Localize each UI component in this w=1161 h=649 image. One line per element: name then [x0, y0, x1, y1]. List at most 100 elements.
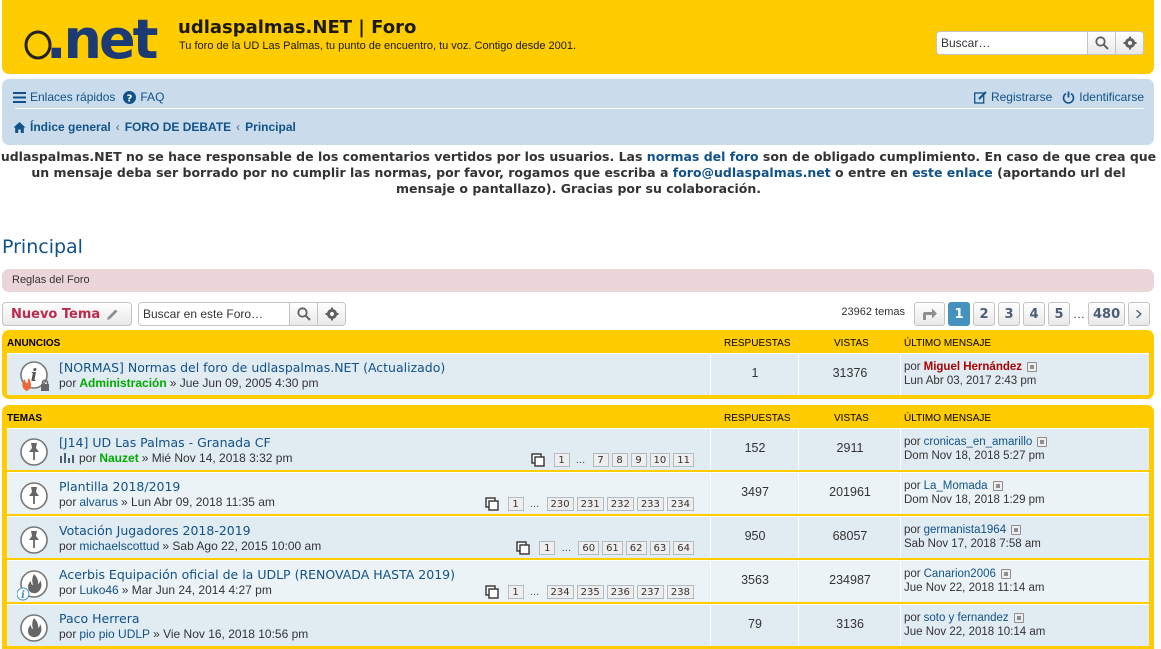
topic-page-link[interactable]: 11 — [673, 453, 694, 467]
forum-search-input[interactable] — [139, 303, 289, 325]
topic-page-link[interactable]: 230 — [546, 497, 574, 511]
email-link[interactable]: foro@udlaspalmas.net — [673, 165, 831, 180]
last-post-author-link[interactable]: soto y fernandez — [924, 612, 1009, 624]
topic-author-link[interactable]: alvarus — [79, 495, 118, 509]
topic-page-link[interactable]: 232 — [606, 497, 634, 511]
forum-advanced-search-button[interactable] — [317, 303, 345, 325]
new-topic-button[interactable]: Nuevo Tema — [2, 302, 132, 326]
topic-page-link[interactable]: 1 — [539, 541, 556, 555]
rules-link[interactable]: normas del foro — [647, 149, 759, 164]
go-to-last-post-icon[interactable] — [1013, 613, 1024, 623]
topic-page-link[interactable]: 231 — [576, 497, 604, 511]
chevron-right-icon — [1136, 309, 1143, 319]
go-to-last-post-icon[interactable] — [1000, 569, 1011, 579]
site-description: Tu foro de la UD Las Palmas, tu punto de… — [179, 40, 577, 52]
forum-search-button[interactable] — [289, 303, 317, 325]
go-to-last-post-icon[interactable] — [1037, 437, 1048, 447]
topic-page-link[interactable]: 238 — [666, 585, 694, 599]
quick-links-menu[interactable]: Enlaces rápidos — [13, 90, 115, 104]
faq-label: FAQ — [140, 90, 165, 104]
topic-replies: 3563 — [741, 573, 769, 587]
last-post-author-line: por Miguel Hernández — [904, 361, 1038, 373]
topic-page-link[interactable]: 235 — [576, 585, 604, 599]
topic-pagination-ellipsis: … — [529, 498, 540, 510]
page-5-button[interactable]: 5 — [1048, 302, 1070, 326]
topic-title-link[interactable]: Plantilla 2018/2019 — [59, 479, 180, 494]
topic-page-link[interactable]: 8 — [611, 453, 628, 467]
topic-page-link[interactable]: 63 — [649, 541, 671, 555]
topic-page-link[interactable]: 60 — [578, 541, 600, 555]
login-link[interactable]: Identificarse — [1062, 90, 1144, 104]
question-circle-icon: ? — [123, 90, 137, 104]
last-post-author-link[interactable]: Miguel Hernández — [924, 361, 1022, 373]
topic-page-link[interactable]: 62 — [625, 541, 647, 555]
site-logo[interactable]: .net — [22, 8, 162, 68]
forum-rules-label: Reglas del Foro — [12, 274, 90, 286]
go-to-last-post-icon[interactable] — [1027, 362, 1038, 372]
pagination: 1 2 3 4 5 … 480 — [914, 302, 1153, 326]
topic-author-link[interactable]: michaelscottud — [79, 539, 159, 553]
topics-header: TEMAS RESPUESTAS VISTAS ÚLTIMO MENSAJE — [7, 405, 1149, 428]
page-2-button[interactable]: 2 — [973, 302, 995, 326]
last-post-author-line: por soto y fernandez — [904, 612, 1024, 624]
register-link[interactable]: Registrarse — [973, 90, 1052, 104]
last-post-author-link[interactable]: Canarion2006 — [924, 568, 996, 580]
breadcrumb-debate[interactable]: FORO DE DEBATE — [125, 120, 231, 134]
topic-pagination: 1 … 230 231 232 233 234 — [484, 497, 694, 511]
topic-author-link[interactable]: Luko46 — [79, 583, 118, 597]
topic-title-link[interactable]: Paco Herrera — [59, 611, 140, 626]
go-to-last-post-icon[interactable] — [992, 481, 1003, 491]
announcements-heading: ANUNCIOS — [7, 338, 61, 349]
breadcrumb-separator-icon: ‹ — [236, 120, 241, 134]
topic-page-link[interactable]: 234 — [666, 497, 694, 511]
header-advanced-search-button[interactable] — [1115, 32, 1143, 54]
topic-page-link[interactable]: 7 — [592, 453, 609, 467]
topic-pagination: 1 … 234 235 236 237 238 — [484, 585, 694, 599]
topic-page-link[interactable]: 236 — [606, 585, 634, 599]
topic-page-link[interactable]: 233 — [636, 497, 664, 511]
topic-row: Paco Herrera por pio pio UDLP » Vie Nov … — [7, 604, 1149, 646]
header-search-button[interactable] — [1087, 32, 1115, 54]
breadcrumb-home[interactable]: Índice general — [30, 120, 111, 134]
page-4-button[interactable]: 4 — [1023, 302, 1045, 326]
last-post-date: Dom Nov 18, 2018 5:27 pm — [904, 450, 1045, 462]
topic-page-link[interactable]: 61 — [602, 541, 623, 555]
page-last-button[interactable]: 480 — [1088, 302, 1126, 326]
topic-page-link[interactable]: 1 — [507, 585, 524, 599]
topic-page-link[interactable]: 9 — [630, 453, 647, 467]
topic-author-link[interactable]: Administración — [79, 376, 166, 390]
topic-page-link[interactable]: 10 — [649, 453, 671, 467]
topic-page-link[interactable]: 237 — [636, 585, 664, 599]
report-link[interactable]: este enlace — [912, 165, 993, 180]
sticky-topic-icon — [20, 482, 48, 510]
edit-icon — [973, 90, 987, 104]
site-header: .net udlaspalmas.NET | Foro Tu foro de l… — [2, 0, 1154, 74]
forum-title[interactable]: Principal — [2, 236, 83, 258]
next-page-button[interactable] — [1128, 302, 1151, 326]
topic-title-link[interactable]: Votación Jugadores 2018-2019 — [59, 523, 251, 538]
jump-to-page-button[interactable] — [914, 302, 945, 326]
breadcrumb-principal[interactable]: Principal — [245, 120, 296, 134]
forum-rules-bar: Reglas del Foro — [2, 269, 1154, 292]
header-search-input[interactable] — [937, 32, 1087, 54]
topic-date: » Lun Abr 09, 2018 11:35 am — [121, 495, 275, 509]
last-post-author-link[interactable]: cronicas_en_amarillo — [924, 436, 1033, 448]
topic-title-link[interactable]: [J14] UD Las Palmas - Granada CF — [59, 435, 271, 450]
page-3-button[interactable]: 3 — [998, 302, 1020, 326]
topic-author-link[interactable]: Nauzet — [99, 451, 138, 465]
site-title[interactable]: udlaspalmas.NET | Foro — [178, 17, 416, 38]
page-1-button[interactable]: 1 — [948, 302, 970, 326]
topic-page-link[interactable]: 1 — [507, 497, 524, 511]
topic-author-link[interactable]: pio pio UDLP — [79, 627, 150, 641]
last-post-author-link[interactable]: germanista1964 — [924, 524, 1006, 536]
topic-title-link[interactable]: [NORMAS] Normas del foro de udlaspalmas.… — [59, 360, 445, 375]
last-post-author-link[interactable]: La_Momada — [924, 480, 988, 492]
faq-link[interactable]: ? FAQ — [123, 90, 164, 104]
topic-page-link[interactable]: 64 — [673, 541, 694, 555]
topic-page-link[interactable]: 234 — [546, 585, 574, 599]
topic-page-link[interactable]: 1 — [553, 453, 570, 467]
topic-title-link[interactable]: Acerbis Equipación oficial de la UDLP (R… — [59, 567, 455, 582]
login-label: Identificarse — [1079, 90, 1144, 104]
go-to-last-post-icon[interactable] — [1011, 525, 1022, 535]
replies-heading: RESPUESTAS — [724, 413, 791, 424]
